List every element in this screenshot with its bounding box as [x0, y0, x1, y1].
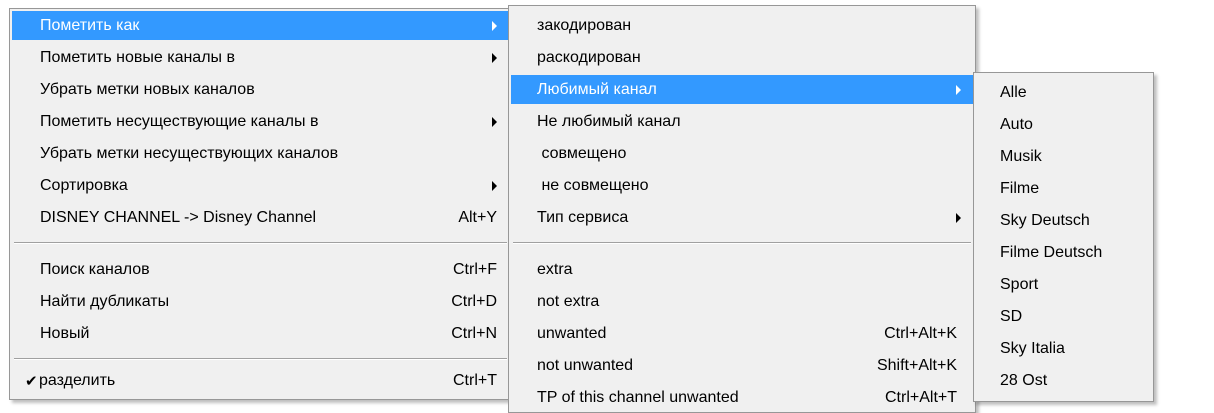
menu-item-shortcut: Shift+Alt+K — [876, 356, 957, 374]
menu-item-label: Тип сервиса — [537, 208, 629, 226]
menu-item-label: совмещено — [537, 144, 627, 162]
menu-item-remove-new-marks[interactable]: Убрать метки новых каналов — [12, 75, 509, 104]
menu-item-label: extra — [537, 260, 573, 278]
submenu-mark-as: закодирован раскодирован Любимый канал Н… — [508, 5, 976, 413]
menu-item-label: Пометить новые каналы в — [40, 48, 235, 66]
menu-item-label: Не любимый канал — [537, 112, 681, 130]
menu-item-label: Поиск каналов — [40, 260, 150, 278]
menu-item-label: Сортировка — [40, 176, 128, 194]
menu-item-label: Пометить как — [40, 16, 140, 34]
menu-item-unwanted[interactable]: unwanted Ctrl+Alt+K — [511, 319, 973, 348]
submenu-arrow-icon — [492, 52, 497, 63]
menu-item-not-combined[interactable]: не совмещено — [511, 171, 973, 200]
menu-item-shortcut: Alt+Y — [458, 208, 497, 226]
menu-item-label: Auto — [1000, 115, 1033, 133]
menu-item-label: Filme — [1000, 179, 1040, 197]
menu-item-label: закодирован — [537, 16, 632, 34]
menu-item-label: 28 Ost — [1000, 371, 1048, 389]
menu-item-not-favorite[interactable]: Не любимый канал — [511, 107, 973, 136]
menu-item-shortcut: Ctrl+Alt+T — [884, 388, 957, 406]
menu-item-label: not extra — [537, 292, 600, 310]
menu-item-label: Любимый канал — [537, 80, 657, 98]
menu-item-rename-disney[interactable]: DISNEY CHANNEL -> Disney Channel Alt+Y — [12, 203, 509, 232]
submenu-favorites: Alle Auto Musik Filme Sky Deutsch Filme … — [973, 72, 1154, 402]
menu-item-fav-musik[interactable]: Musik — [976, 142, 1151, 171]
menu-item-shortcut: Ctrl+D — [451, 292, 497, 310]
menu-item-fav-sky-deutsch[interactable]: Sky Deutsch — [976, 206, 1151, 235]
menu-item-tp-unwanted[interactable]: TP of this channel unwanted Ctrl+Alt+T — [511, 383, 973, 412]
submenu-arrow-icon — [492, 20, 497, 31]
menu-item-label: Пометить несуществующие каналы в — [40, 112, 319, 130]
menu-item-fav-sky-italia[interactable]: Sky Italia — [976, 334, 1151, 363]
menu-item-label: DISNEY CHANNEL -> Disney Channel — [40, 208, 317, 226]
submenu-arrow-icon — [956, 212, 961, 223]
menu-item-fav-filme-deutsch[interactable]: Filme Deutsch — [976, 238, 1151, 267]
submenu-arrow-icon — [956, 84, 961, 95]
menu-item-extra[interactable]: extra — [511, 255, 973, 284]
submenu-arrow-icon — [492, 116, 497, 127]
menu-item-shortcut: Ctrl+T — [453, 371, 497, 389]
menu-item-search-channels[interactable]: Поиск каналов Ctrl+F — [12, 255, 509, 284]
menu-item-label: Filme Deutsch — [1000, 243, 1103, 261]
menu-separator — [513, 242, 971, 244]
menu-item-combined[interactable]: совмещено — [511, 139, 973, 168]
menu-item-encoded[interactable]: закодирован — [511, 11, 973, 40]
menu-item-mark-as[interactable]: Пометить как — [12, 11, 509, 40]
menu-item-mark-new-channels[interactable]: Пометить новые каналы в — [12, 43, 509, 72]
menu-item-label: SD — [1000, 307, 1023, 325]
menu-item-label: Найти дубликаты — [40, 292, 170, 310]
menu-item-split[interactable]: ✔ разделить Ctrl+T — [12, 366, 509, 395]
menu-item-shortcut: Ctrl+N — [451, 324, 497, 342]
menu-item-remove-nonexistent-marks[interactable]: Убрать метки несуществующих каналов — [12, 139, 509, 168]
menu-item-service-type[interactable]: Тип сервиса — [511, 203, 973, 232]
menu-item-label: Sport — [1000, 275, 1039, 293]
submenu-arrow-icon — [492, 180, 497, 191]
menu-item-label: не совмещено — [537, 176, 649, 194]
menu-item-label: TP of this channel unwanted — [537, 388, 739, 406]
menu-item-fav-auto[interactable]: Auto — [976, 110, 1151, 139]
menu-item-label: Musik — [1000, 147, 1042, 165]
menu-item-fav-sport[interactable]: Sport — [976, 270, 1151, 299]
menu-item-label: Убрать метки несуществующих каналов — [40, 144, 339, 162]
menu-item-fav-28-ost[interactable]: 28 Ost — [976, 366, 1151, 395]
menu-item-shortcut: Ctrl+Alt+K — [884, 324, 957, 342]
menu-item-label: Новый — [40, 324, 90, 342]
menu-separator — [14, 358, 507, 360]
menu-item-new[interactable]: Новый Ctrl+N — [12, 319, 509, 348]
menu-item-label: Убрать метки новых каналов — [40, 80, 255, 98]
menu-item-label: not unwanted — [537, 356, 634, 374]
checkmark-icon: ✔ — [25, 372, 38, 390]
menu-item-not-extra[interactable]: not extra — [511, 287, 973, 316]
menu-separator — [14, 242, 507, 244]
menu-item-label: раскодирован — [537, 48, 641, 66]
menu-item-shortcut: Ctrl+F — [453, 260, 497, 278]
menu-item-label: разделить — [39, 371, 116, 389]
menu-item-not-unwanted[interactable]: not unwanted Shift+Alt+K — [511, 351, 973, 380]
menu-item-mark-nonexistent[interactable]: Пометить несуществующие каналы в — [12, 107, 509, 136]
menu-item-label: Alle — [1000, 83, 1027, 101]
menu-item-label: unwanted — [537, 324, 607, 342]
menu-item-sort[interactable]: Сортировка — [12, 171, 509, 200]
menu-item-label: Sky Italia — [1000, 339, 1065, 357]
menu-item-decoded[interactable]: раскодирован — [511, 43, 973, 72]
menu-item-fav-sd[interactable]: SD — [976, 302, 1151, 331]
menu-item-fav-filme[interactable]: Filme — [976, 174, 1151, 203]
menu-item-label: Sky Deutsch — [1000, 211, 1090, 229]
context-menu-main: Пометить как Пометить новые каналы в Убр… — [9, 8, 512, 400]
menu-item-fav-alle[interactable]: Alle — [976, 78, 1151, 107]
menu-item-favorite-channel[interactable]: Любимый канал — [511, 75, 973, 104]
menu-item-find-duplicates[interactable]: Найти дубликаты Ctrl+D — [12, 287, 509, 316]
